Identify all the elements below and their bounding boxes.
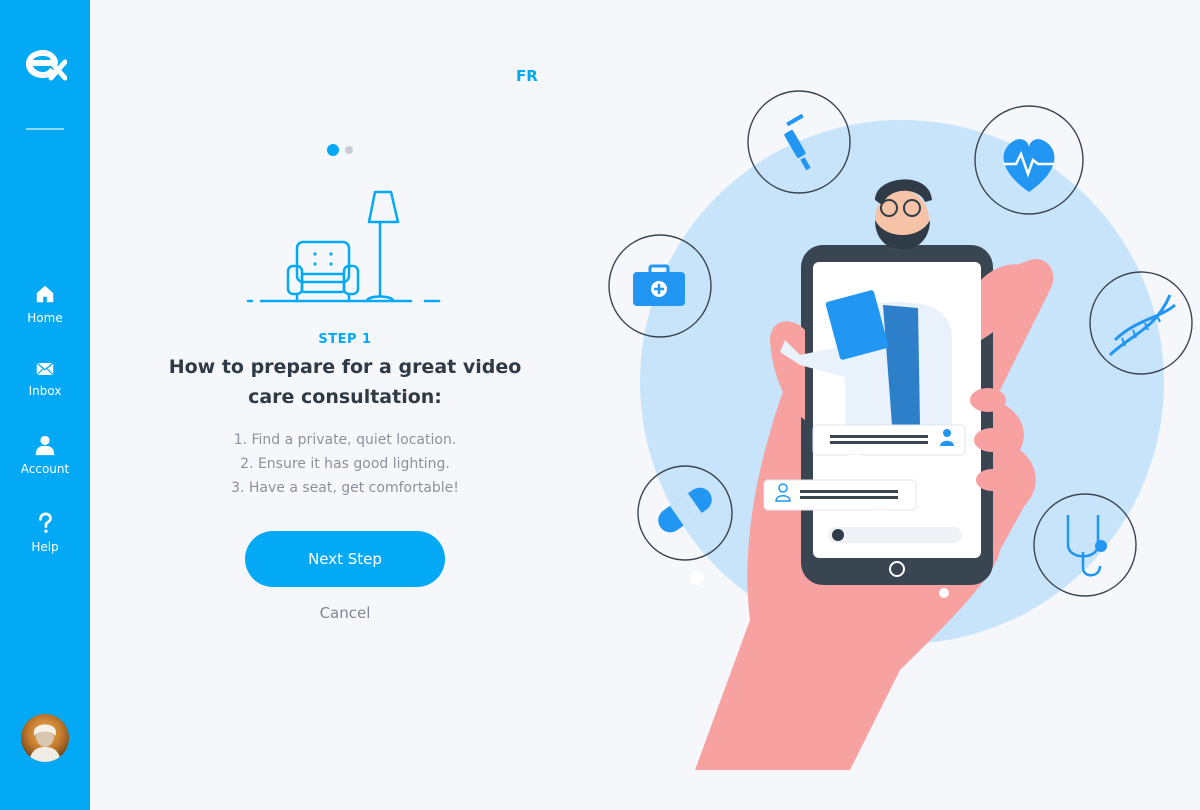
sidebar-item-help[interactable]: Help: [0, 512, 90, 554]
carousel-dots: [327, 144, 353, 156]
app-logo-icon[interactable]: [23, 44, 67, 84]
sidebar-item-label: Inbox: [28, 384, 62, 398]
next-step-button[interactable]: Next Step: [245, 531, 445, 587]
sidebar-item-label: Home: [27, 311, 63, 325]
person-icon: [35, 435, 55, 456]
sidebar-item-inbox[interactable]: Inbox: [0, 360, 90, 398]
home-icon: [36, 285, 54, 303]
carousel-dot[interactable]: [345, 146, 353, 154]
sidebar-divider: [26, 128, 64, 130]
armchair-lamp-illustration: [246, 190, 441, 303]
telehealth-doctor-illustration: [608, 90, 1193, 770]
avatar-portrait-icon: [29, 724, 61, 762]
help-icon: [39, 512, 52, 533]
list-item: 3. Have a seat, get comfortable!: [231, 480, 459, 496]
carousel-dot-active[interactable]: [327, 144, 339, 156]
sidebar: Home Inbox Account Help: [0, 0, 90, 810]
sidebar-item-account[interactable]: Account: [0, 434, 90, 476]
step-label: STEP 1: [318, 332, 372, 347]
user-avatar[interactable]: [21, 714, 69, 762]
instruction-list: 1. Find a private, quiet location. 2. En…: [170, 428, 520, 500]
cancel-link[interactable]: Cancel: [245, 604, 445, 622]
sidebar-item-home[interactable]: Home: [0, 283, 90, 325]
list-item: 2. Ensure it has good lighting.: [240, 456, 450, 472]
sidebar-item-label: Account: [20, 462, 70, 476]
sidebar-item-label: Help: [31, 540, 59, 554]
mail-icon: [36, 362, 54, 376]
language-toggle[interactable]: FR: [516, 67, 538, 85]
list-item: 1. Find a private, quiet location.: [233, 432, 457, 448]
page-title: How to prepare for a great video care co…: [168, 356, 522, 408]
